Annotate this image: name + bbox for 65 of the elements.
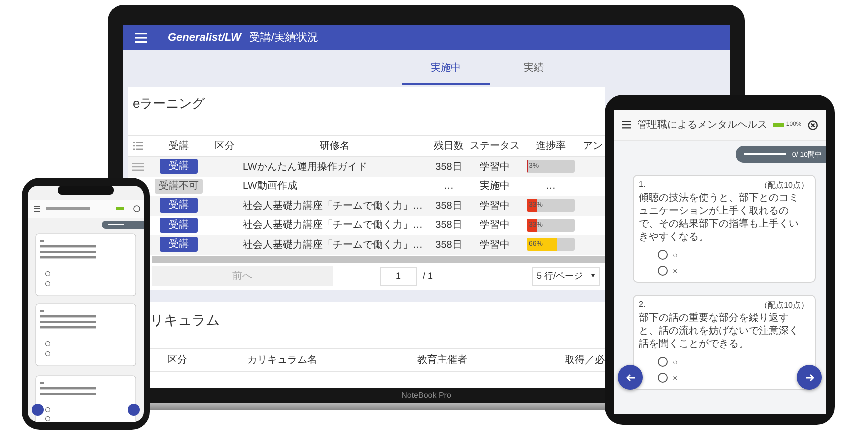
radio-button[interactable] xyxy=(658,250,668,260)
page-input[interactable]: 1 xyxy=(380,266,417,286)
option-label: × xyxy=(673,266,678,276)
app-logo: Generalist/LW xyxy=(168,32,242,44)
column-header: 受講 xyxy=(168,140,190,154)
menu-icon[interactable] xyxy=(622,121,632,129)
column-header: ステータス xyxy=(469,140,521,154)
question-text: 傾聴の技法を使うと、部下とのコミュニケーションが上手く取れるので、その結果部下の指導も上手くいきやすくなる。 xyxy=(639,192,800,244)
section-title: eラーニング xyxy=(132,95,206,113)
table-cell-text: 358日 xyxy=(434,200,464,214)
laptop-brand: NoteBook Pro xyxy=(400,390,452,402)
column-header: カリキュラム名 xyxy=(246,354,318,368)
question-number: 2. xyxy=(639,300,646,311)
radio-button[interactable] xyxy=(658,266,668,276)
option-label: ○ xyxy=(673,250,678,260)
arrow-left-icon xyxy=(626,372,636,382)
page-title: 受講/実績状況 xyxy=(249,30,318,45)
progress-track xyxy=(744,153,786,156)
option-label: ○ xyxy=(673,358,678,366)
table-cell-text: … xyxy=(443,180,455,194)
close-icon[interactable] xyxy=(808,120,818,130)
enroll-button[interactable]: 受講 xyxy=(160,159,198,174)
column-header: 取得／必 xyxy=(564,354,605,368)
table-cell-text: 学習中 xyxy=(479,200,511,214)
page-total: / 1 xyxy=(423,271,434,281)
radio-button[interactable] xyxy=(658,357,668,367)
table-cell-text: 358日 xyxy=(434,219,464,234)
previous-button[interactable] xyxy=(618,365,643,390)
question-text: 部下の話の重要な部分を繰り返すと、話の流れを妨げないで注意深く話を聞くことができる。 xyxy=(639,312,800,351)
section-title: リキュラム xyxy=(149,310,221,330)
enroll-button[interactable]: 受講 xyxy=(160,237,198,252)
column-header: 区分 xyxy=(166,354,188,368)
table-cell-text: 358日 xyxy=(434,238,464,253)
scrollbar[interactable] xyxy=(152,256,605,262)
enroll-button[interactable]: 受講 xyxy=(160,218,198,233)
column-header: 研修名 xyxy=(319,140,351,154)
enroll-button[interactable]: 受講 xyxy=(160,198,198,214)
tab[interactable]: 実施中 xyxy=(402,50,490,85)
table-cell-text: LW動画作成 xyxy=(242,180,298,194)
menu-icon[interactable] xyxy=(135,32,147,42)
column-header: 進捗率 xyxy=(535,140,567,154)
option-label: × xyxy=(673,374,678,382)
column-header: 区分 xyxy=(214,140,236,154)
list-icon[interactable] xyxy=(133,142,143,150)
column-header: 教育主催者 xyxy=(416,354,468,368)
table-cell-text: 学習中 xyxy=(479,160,511,175)
course-title: 管理職によるメンタルヘルス xyxy=(637,118,768,132)
question-points: （配点10点） xyxy=(760,300,809,311)
table-cell-text: 実施中 xyxy=(479,180,511,194)
question-points: （配点10点） xyxy=(760,180,809,191)
table-cell-text: 358日 xyxy=(434,160,464,175)
drag-handle-icon[interactable] xyxy=(132,162,144,171)
column-header: 残日数 xyxy=(433,140,465,154)
arrow-right-icon xyxy=(804,372,814,382)
table-cell-text: 学習中 xyxy=(479,218,511,234)
table-cell-text: 社会人基礎力講座「チームで働く力」… xyxy=(242,200,424,214)
tab[interactable]: 実績 xyxy=(490,50,578,85)
table-cell-text: LWかんたん運用操作ガイド xyxy=(242,160,368,175)
table-cell-text: 学習中 xyxy=(479,238,511,253)
table-cell-text: 社会人基礎力講座「チームで働く力」… xyxy=(242,238,424,253)
table-cell-text: 社会人基礎力講座「チームで働く力」… xyxy=(242,218,424,234)
question-number: 1. xyxy=(639,180,646,191)
column-header: アン xyxy=(582,140,604,154)
radio-button[interactable] xyxy=(658,373,668,383)
table-cell-text: … xyxy=(545,180,557,194)
